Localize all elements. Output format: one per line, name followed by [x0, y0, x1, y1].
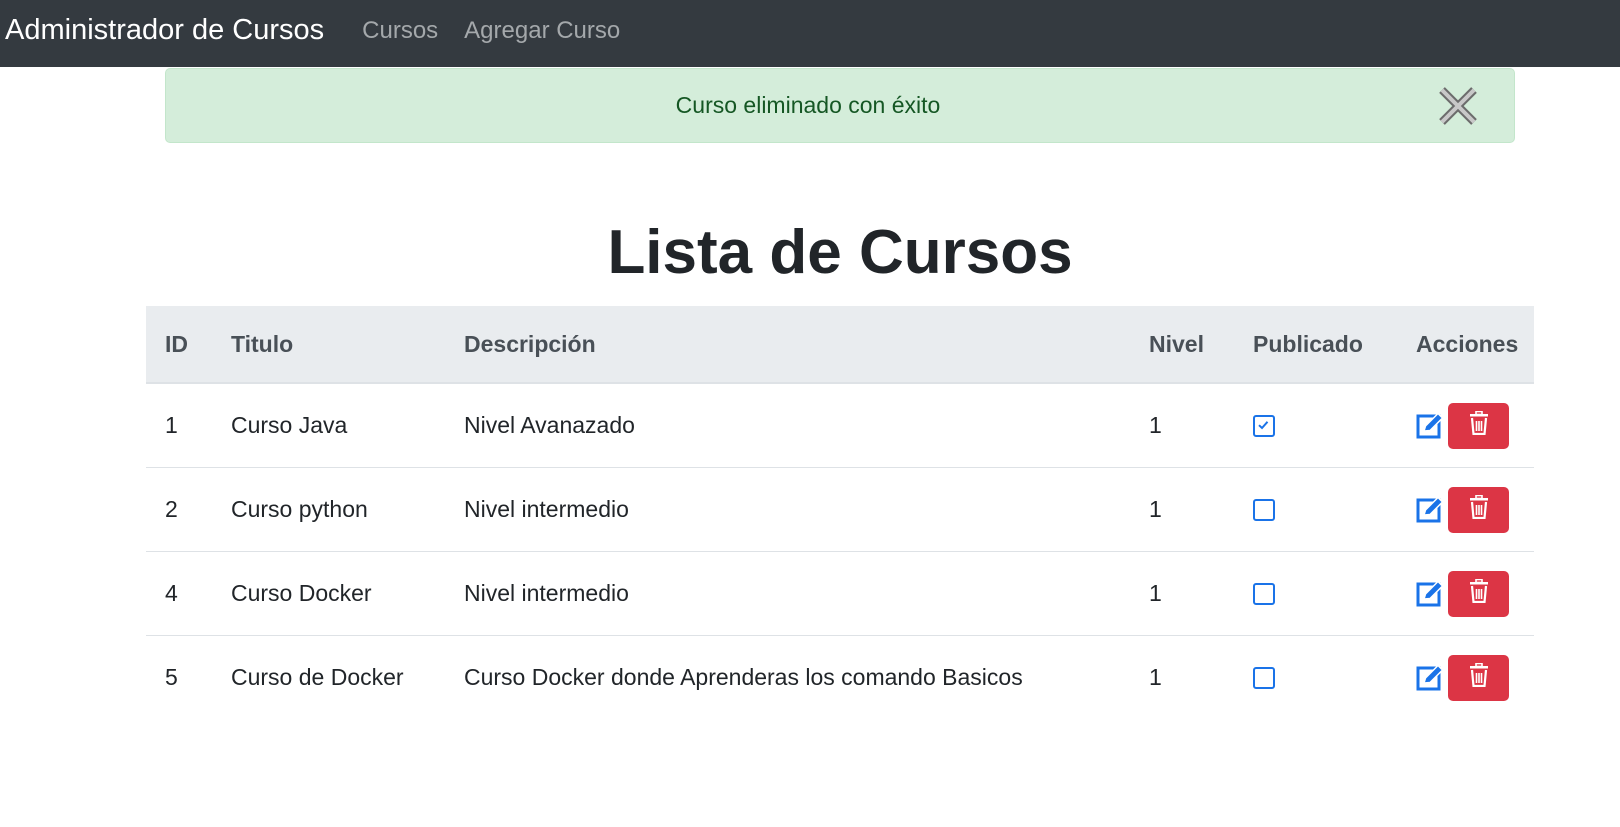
cell-id: 2 — [146, 467, 212, 552]
navbar: Administrador de Cursos Cursos Agregar C… — [0, 0, 1620, 67]
navbar-brand[interactable]: Administrador de Cursos — [5, 14, 324, 47]
table-row: 2 Curso python Nivel intermedio 1 — [146, 467, 1534, 552]
published-checkbox[interactable] — [1253, 582, 1275, 605]
header-nivel: Nivel — [1130, 306, 1234, 384]
header-publicado: Publicado — [1234, 306, 1397, 384]
success-alert: Curso eliminado con éxito — [165, 68, 1515, 143]
page-title: Lista de Cursos — [607, 218, 1073, 287]
close-icon[interactable] — [1438, 86, 1478, 126]
table-row: 1 Curso Java Nivel Avanazado 1 — [146, 383, 1534, 468]
cell-descripcion: Nivel Avanazado — [445, 383, 1130, 468]
table-row: 5 Curso de Docker Curso Docker donde Apr… — [146, 636, 1534, 720]
cell-nivel: 1 — [1149, 664, 1162, 690]
published-checkbox[interactable] — [1253, 498, 1275, 521]
cell-descripcion: Nivel intermedio — [445, 551, 1130, 636]
header-descripcion: Descripción — [445, 306, 1130, 384]
cell-titulo: Curso Docker — [212, 551, 445, 636]
delete-button[interactable] — [1448, 486, 1509, 533]
alert-message: Curso eliminado con éxito — [675, 92, 941, 118]
header-titulo: Titulo — [212, 306, 445, 384]
trash-icon — [1469, 494, 1489, 525]
edit-icon[interactable] — [1416, 663, 1444, 692]
header-acciones: Acciones — [1397, 306, 1534, 384]
header-id: ID — [146, 306, 212, 384]
table-header-row: ID Titulo Descripción Nivel Publicado Ac… — [146, 306, 1534, 384]
cell-descripcion: Nivel intermedio — [445, 467, 1130, 552]
trash-icon — [1469, 662, 1489, 693]
table-row: 4 Curso Docker Nivel intermedio 1 — [146, 551, 1534, 636]
cell-nivel: 1 — [1130, 383, 1234, 468]
published-checkbox[interactable] — [1253, 666, 1275, 689]
cell-nivel: 1 — [1130, 467, 1234, 552]
nav-link-agregar-curso[interactable]: Agregar Curso — [464, 17, 620, 45]
trash-icon — [1469, 410, 1489, 441]
cell-titulo: Curso python — [212, 467, 445, 552]
cell-titulo: Curso Java — [212, 383, 445, 468]
cell-titulo: Curso de Docker — [231, 664, 404, 690]
delete-button[interactable] — [1448, 654, 1509, 701]
edit-icon[interactable] — [1416, 495, 1444, 524]
trash-icon — [1469, 578, 1489, 609]
cell-id: 5 — [165, 664, 178, 690]
edit-icon[interactable] — [1416, 411, 1444, 440]
cell-id: 4 — [146, 551, 212, 636]
edit-icon[interactable] — [1416, 579, 1444, 608]
cell-id: 1 — [146, 383, 212, 468]
delete-button[interactable] — [1448, 570, 1509, 617]
nav-link-cursos[interactable]: Cursos — [362, 17, 438, 45]
courses-table: ID Titulo Descripción Nivel Publicado Ac… — [146, 306, 1534, 719]
delete-button[interactable] — [1448, 402, 1509, 449]
published-checkbox[interactable] — [1253, 414, 1275, 437]
cell-nivel: 1 — [1130, 551, 1234, 636]
cell-descripcion: Curso Docker donde Aprenderas los comand… — [464, 664, 1023, 690]
